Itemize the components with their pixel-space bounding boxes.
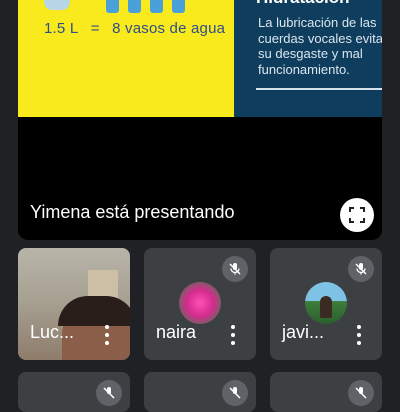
slide-title: Hidratación	[256, 0, 350, 8]
participant-name: javi...	[282, 322, 325, 342]
fullscreen-icon	[349, 207, 365, 223]
fullscreen-button[interactable]	[340, 198, 374, 232]
mic-off-button	[96, 380, 122, 406]
participant-tile[interactable]	[270, 372, 382, 412]
participant-tile[interactable]: Luc...	[18, 248, 130, 360]
water-equation: 1.5 L = 8 vasos de agua	[44, 20, 233, 37]
slide-divider	[256, 88, 382, 90]
mic-off-icon	[355, 263, 367, 275]
mic-off-button	[348, 256, 374, 282]
participant-tile[interactable]: javi...	[270, 248, 382, 360]
mic-off-icon	[103, 387, 115, 399]
participant-tile[interactable]	[144, 372, 256, 412]
participant-tile[interactable]	[18, 372, 130, 412]
mic-off-button	[222, 380, 248, 406]
equation-equals: =	[90, 20, 100, 37]
slide-text: La lubricación de las cuerdas vocales ev…	[258, 15, 382, 77]
mic-off-icon	[355, 387, 367, 399]
presentation-tile[interactable]: 1.5 L = 8 vasos de agua Hidratación La l…	[18, 0, 382, 240]
avatar	[305, 282, 347, 324]
slide-left-panel: 1.5 L = 8 vasos de agua	[18, 0, 234, 117]
avatar	[179, 282, 221, 324]
more-options-button[interactable]	[227, 325, 239, 345]
more-options-button[interactable]	[353, 325, 365, 345]
water-tank-illustration	[44, 0, 70, 10]
mic-off-button	[348, 380, 374, 406]
slide-right-panel: Hidratación La lubricación de las cuerda…	[234, 0, 382, 117]
glass-icon	[150, 0, 163, 13]
mic-off-icon	[229, 263, 241, 275]
glass-icon	[106, 0, 119, 13]
participant-tile[interactable]: naira	[144, 248, 256, 360]
glass-icon	[128, 0, 141, 13]
participant-video	[18, 248, 130, 360]
participant-name: Luc...	[30, 322, 75, 342]
equation-result: 8 vasos de agua	[112, 20, 226, 37]
mic-off-button	[222, 256, 248, 282]
mic-off-icon	[229, 387, 241, 399]
more-options-button[interactable]	[101, 325, 113, 345]
glass-icon	[172, 0, 185, 13]
participant-name: naira	[156, 322, 197, 342]
equation-volume: 1.5 L	[44, 20, 79, 37]
presenter-label: Yimena está presentando	[30, 202, 235, 222]
